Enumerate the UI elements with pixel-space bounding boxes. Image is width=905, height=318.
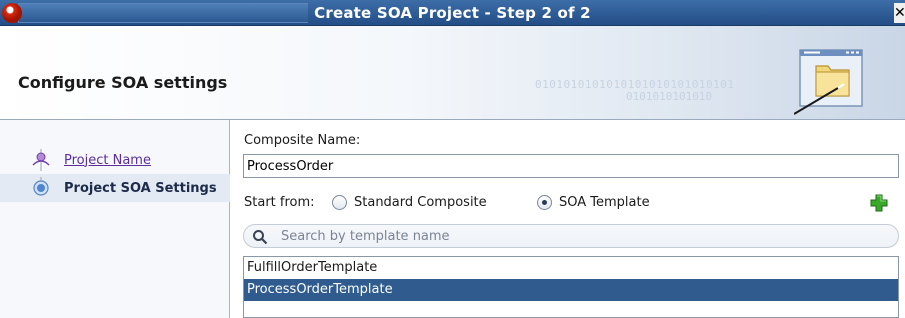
step-label: Project SOA Settings [64, 180, 217, 196]
list-item-selected[interactable]: ProcessOrderTemplate [244, 279, 898, 301]
step-person-icon [32, 149, 50, 171]
template-search-input[interactable]: Search by template name [243, 224, 899, 248]
step-project-soa-settings[interactable]: Project SOA Settings [0, 174, 230, 202]
banner-decor-text-2: 0101010101010 [626, 90, 713, 103]
search-placeholder: Search by template name [281, 229, 450, 244]
wizard-steps-panel: Project Name Project SOA Settings [0, 120, 230, 318]
close-icon[interactable]: ✕ [894, 3, 905, 23]
wizard-banner: Configure SOA settings 01010101010101010… [0, 26, 905, 120]
window-titlebar: Create SOA Project - Step 2 of 2 ✕ [0, 0, 905, 26]
search-icon [253, 230, 268, 245]
template-list[interactable]: FulfillOrderTemplate ProcessOrderTemplat… [243, 256, 899, 318]
folder-window-icon [794, 49, 863, 115]
standard-composite-label[interactable]: Standard Composite [354, 195, 487, 210]
composite-name-input[interactable] [243, 154, 899, 178]
titlebar-left-segment [18, 3, 308, 23]
soa-template-label[interactable]: SOA Template [559, 195, 650, 210]
settings-form: Composite Name: Start from: Standard Com… [231, 120, 905, 318]
step-project-name[interactable]: Project Name [0, 146, 230, 174]
soa-template-radio[interactable] [537, 195, 552, 210]
oracle-logo-icon [2, 3, 22, 23]
add-icon[interactable] [869, 193, 889, 213]
step-label[interactable]: Project Name [64, 153, 151, 168]
start-from-label: Start from: [244, 195, 315, 210]
standard-composite-radio[interactable] [332, 195, 347, 210]
list-item[interactable]: FulfillOrderTemplate [244, 257, 898, 279]
composite-name-label: Composite Name: [244, 133, 361, 148]
step-current-icon [33, 177, 49, 196]
start-from-row: Start from: Standard Composite SOA Templ… [244, 193, 894, 213]
window-title: Create SOA Project - Step 2 of 2 [314, 3, 591, 22]
page-title: Configure SOA settings [18, 73, 228, 92]
